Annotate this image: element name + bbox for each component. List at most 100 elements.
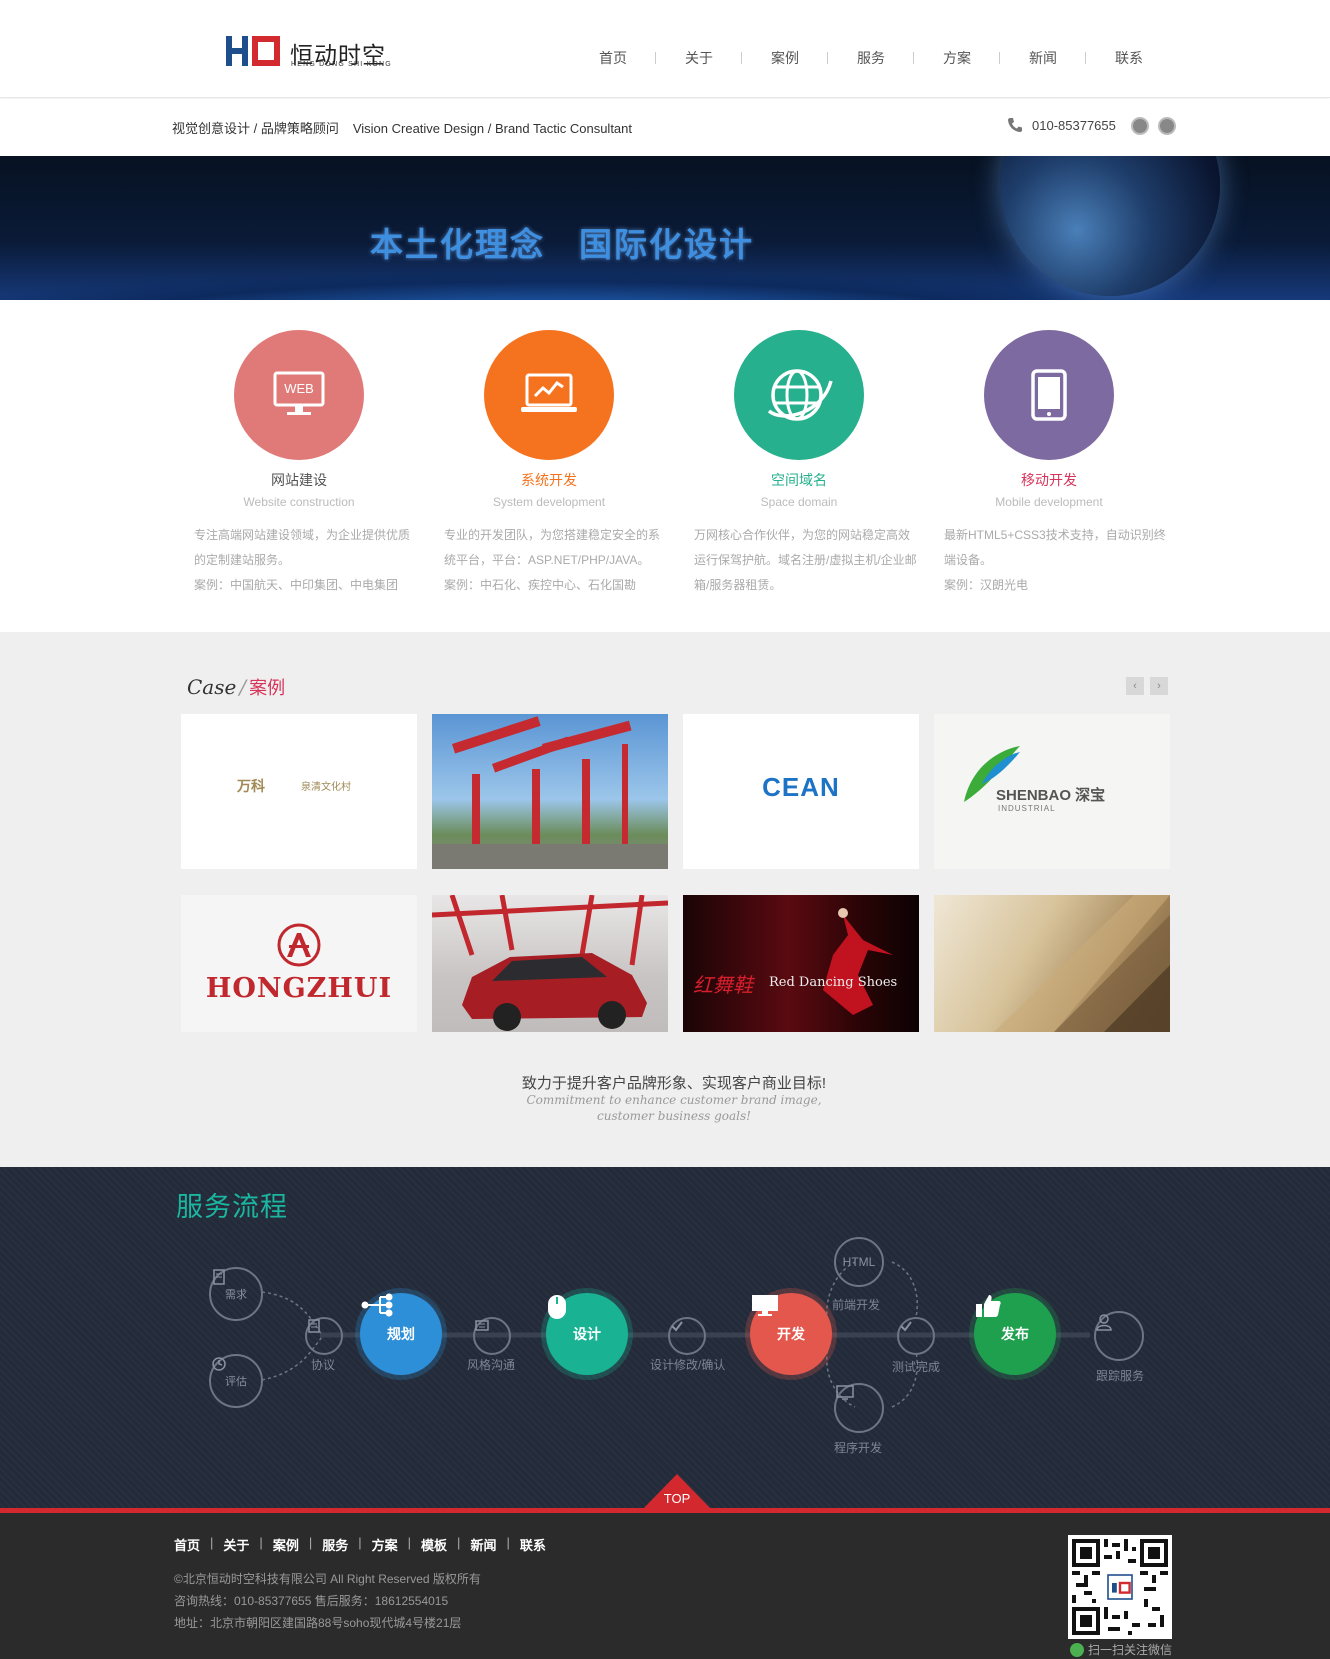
footer-nav-cases[interactable]: 案例 [273, 1535, 299, 1554]
service-website-desc: 专注高端网站建设领域，为企业提供优质的定制建站服务。 案例：中国航天、中印集团、… [194, 528, 411, 592]
service-system-circle[interactable] [484, 330, 614, 460]
service-mobile-subtitle: Mobile development [995, 495, 1103, 509]
step-followup-label: 跟踪服务 [1096, 1369, 1145, 1383]
service-domain-circle[interactable] [734, 330, 864, 460]
logo[interactable]: 恒动时空 HENG DONG SHI KONG [226, 34, 391, 74]
service-domain-subtitle: Space domain [760, 495, 838, 509]
case-card-shenbao[interactable]: SHENBAO 深宝 INDUSTRIAL [934, 714, 1170, 869]
qr-label: 扫一扫关注微信 [1070, 1641, 1172, 1658]
service-mobile-title: 移动开发 [1021, 472, 1077, 488]
main-nav: 首页 关于 案例 服务 方案 新闻 联系 [570, 48, 1172, 68]
step-followup[interactable] [1094, 1311, 1144, 1361]
site-header: 恒动时空 HENG DONG SHI KONG 首页 关于 案例 服务 方案 新… [0, 0, 1330, 98]
qr-label-text: 扫一扫关注微信 [1088, 1643, 1173, 1657]
tagline-cn: 视觉创意设计 / 品牌策略顾问 [172, 121, 339, 136]
service-domain[interactable]: 空间域名 Space domain 万网核心合作伙伴，为您的网站稳定高效运行保驾… [694, 330, 924, 598]
nav-services[interactable]: 服务 [828, 48, 914, 68]
step-style-communication[interactable] [473, 1317, 511, 1355]
site-footer: 首页 | 关于 | 案例 | 服务 | 方案 | 模板 | 新闻 | 联系 ©北京恒动时空科技… [0, 1513, 1330, 1659]
case-next-button[interactable]: › [1150, 677, 1168, 695]
nav-cases[interactable]: 案例 [742, 48, 828, 68]
step-planning[interactable]: 规划 [360, 1293, 442, 1375]
shenbao-industrial-text: INDUSTRIAL [998, 804, 1056, 813]
footer-nav-contact[interactable]: 联系 [520, 1535, 546, 1554]
case-title-en: Case [187, 675, 237, 699]
service-website-subtitle: Website construction [243, 495, 355, 509]
case-card-red-dancing-shoes[interactable]: 红舞鞋 Red Dancing Shoes [683, 895, 919, 1032]
service-process-section: 服务流程 需求 评估 协议 规划 风格沟通 设计 设计修改/确认 HTML 前端… [0, 1167, 1330, 1512]
step-requirement[interactable]: 需求 [209, 1267, 263, 1321]
step-design[interactable]: 设计 [546, 1293, 628, 1375]
thumbs-up-icon [976, 1295, 1001, 1317]
footer-nav-home[interactable]: 首页 [174, 1535, 200, 1554]
step-agreement[interactable] [305, 1317, 343, 1355]
step-style-communication-label: 风格沟通 [467, 1358, 516, 1372]
footer-copyright: ©北京恒动时空科技有限公司 All Right Reserved 版权所有 [174, 1572, 481, 1586]
step-evaluation-label: 评估 [225, 1376, 247, 1388]
service-mobile[interactable]: 移动开发 Mobile development 最新HTML5+CSS3技术支持… [944, 330, 1174, 598]
nav-about[interactable]: 关于 [656, 48, 742, 68]
monitor-icon [752, 1295, 778, 1316]
logo-mark-icon [226, 36, 280, 66]
hero-banner: 本土化理念 国际化设计 [0, 156, 1330, 300]
nav-contact[interactable]: 联系 [1086, 48, 1172, 68]
back-to-top-button[interactable]: TOP [640, 1474, 714, 1512]
service-system-desc: 专业的开发团队，为您搭建稳定安全的系统平台，平台：ASP.NET/PHP/JAV… [444, 528, 661, 592]
service-mobile-circle[interactable] [984, 330, 1114, 460]
case-slogan-en: Commitment to enhance customer brand ima… [526, 1093, 822, 1123]
service-website-circle[interactable]: WEB [234, 330, 364, 460]
step-html[interactable]: HTML [834, 1237, 884, 1287]
step-programming[interactable] [834, 1383, 884, 1433]
footer-nav-about[interactable]: 关于 [223, 1535, 249, 1554]
case-card-vanke[interactable]: 万科 泉清文化村 [181, 714, 417, 869]
footer-nav-solutions[interactable]: 方案 [372, 1535, 398, 1554]
service-domain-desc: 万网核心合作伙伴，为您的网站稳定高效运行保驾护航。域名注册/虚拟主机/企业邮箱/… [694, 528, 917, 592]
banner-title-right: 国际化设计 [579, 226, 754, 263]
service-system[interactable]: 系统开发 System development 专业的开发团队，为您搭建稳定安全… [444, 330, 674, 598]
step-development[interactable]: 开发 [750, 1293, 832, 1375]
tablet-icon [1031, 369, 1067, 421]
dancer-image [823, 908, 893, 1015]
footer-nav-templates[interactable]: 模板 [421, 1535, 447, 1554]
case-title-cn: 案例 [249, 678, 286, 699]
step-html-label: HTML [842, 1255, 876, 1269]
hongzhui-emblem-icon [277, 923, 321, 967]
banner-title: 本土化理念 国际化设计 [370, 218, 754, 266]
back-to-top-label: TOP [663, 1491, 691, 1506]
service-website-title: 网站建设 [271, 472, 327, 488]
step-design-revision-label: 设计修改/确认 [650, 1358, 726, 1372]
nav-solutions[interactable]: 方案 [914, 48, 1000, 68]
case-card-hongzhui[interactable]: HONGZHUI [181, 895, 417, 1032]
document-icon [213, 1269, 225, 1285]
nav-news[interactable]: 新闻 [1000, 48, 1086, 68]
laptop-chart-icon [521, 373, 577, 412]
step-release[interactable]: 发布 [974, 1293, 1056, 1375]
case-card-oilfield[interactable] [432, 714, 668, 869]
case-card-cean[interactable]: CEAN [683, 714, 919, 869]
step-testing[interactable] [897, 1317, 935, 1355]
footer-nav-services[interactable]: 服务 [322, 1535, 348, 1554]
web-icon-label: WEB [284, 381, 314, 396]
step-design-revision[interactable] [668, 1317, 706, 1355]
case-card-architecture[interactable] [934, 895, 1170, 1032]
vanke-logo-text: 万科 [237, 778, 265, 794]
red-dancing-shoes-cn-logo: 红舞鞋 [693, 975, 753, 997]
weibo-icon[interactable] [1131, 117, 1149, 135]
planet-graphic [1000, 156, 1220, 296]
tencent-weibo-icon[interactable] [1158, 117, 1176, 135]
case-prev-button[interactable]: ‹ [1126, 677, 1144, 695]
tagline-en: Vision Creative Design / Brand Tactic Co… [352, 121, 633, 136]
step-evaluation[interactable]: 评估 [209, 1354, 263, 1408]
nav-home[interactable]: 首页 [570, 48, 656, 68]
case-title: Case / 案例 [187, 675, 286, 699]
service-website[interactable]: WEB 网站建设 Website construction 专注高端网站建设领域… [194, 330, 424, 598]
step-testing-label: 测试完成 [892, 1360, 941, 1374]
step-release-label: 发布 [1001, 1326, 1029, 1342]
step-programming-label: 程序开发 [834, 1441, 883, 1455]
step-planning-label: 规划 [387, 1326, 415, 1342]
footer-nav-news[interactable]: 新闻 [470, 1535, 496, 1554]
qr-code-icon [1072, 1539, 1168, 1635]
case-card-car[interactable] [432, 895, 668, 1032]
service-system-subtitle: System development [492, 495, 606, 509]
wechat-qr-code [1068, 1535, 1172, 1639]
